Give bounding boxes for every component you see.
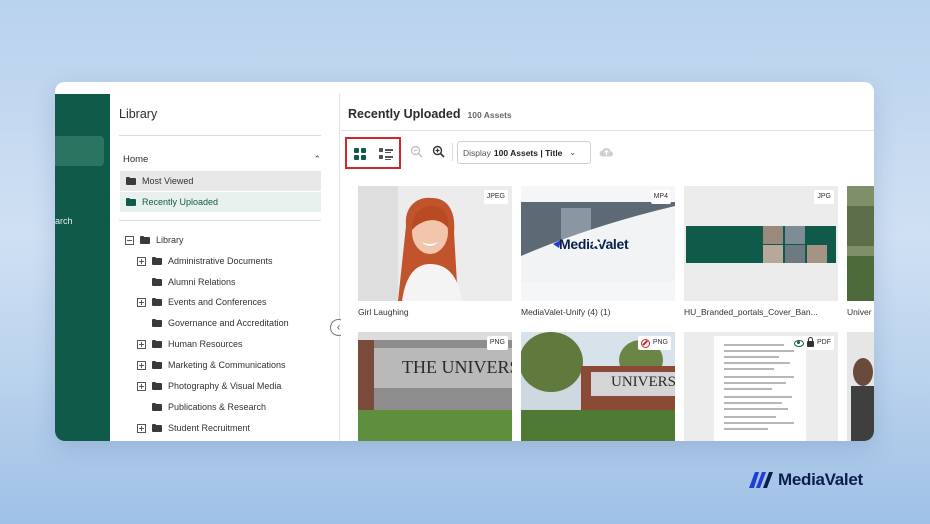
folder-icon: [152, 424, 162, 432]
chevron-up-icon[interactable]: ⌃: [313, 154, 321, 165]
page-title-text: Recently Uploaded: [348, 107, 461, 121]
expand-box-icon[interactable]: [137, 256, 146, 266]
asset-thumbnail[interactable]: PDF: [684, 332, 838, 441]
collapse-box-icon[interactable]: [125, 235, 134, 245]
tree-item-label: Photography & Visual Media: [168, 381, 282, 391]
library-title: Library: [119, 107, 158, 121]
divider: [119, 135, 321, 136]
asset-thumbnail[interactable]: [847, 332, 874, 441]
file-type-badge: JPEG: [483, 190, 508, 204]
asset-count: 100 Assets: [467, 110, 512, 120]
file-type-badge: PDF: [791, 336, 834, 350]
tree-item-human-resources[interactable]: Human Resources: [137, 337, 243, 351]
display-prefix: Display: [463, 147, 491, 158]
quick-link-label: Most Viewed: [142, 176, 194, 186]
quick-link-label: Recently Uploaded: [142, 197, 219, 207]
expand-box-icon[interactable]: [137, 339, 146, 349]
zoom-in-icon[interactable]: [431, 145, 445, 159]
brand-logo: MediaValet: [749, 470, 863, 490]
chevron-down-icon: ⌄: [569, 148, 577, 157]
brand-name: MediaValet: [778, 470, 863, 489]
nav-active-item[interactable]: [55, 136, 104, 166]
folder-icon: [126, 177, 136, 185]
tree-root-label: Library: [156, 235, 184, 245]
sign-text: THE UNIVERSIT: [402, 357, 512, 377]
library-panel: Library Home ⌃ Most Viewed Recently Uplo…: [110, 94, 340, 441]
folder-icon: [152, 361, 162, 369]
tree-item-label: Publications & Research: [168, 402, 267, 412]
expand-box-icon[interactable]: [137, 297, 146, 307]
asset-title: HU_Branded_portals_Cover_Ban...: [684, 307, 818, 317]
folder-icon: [152, 319, 162, 327]
folder-icon: [126, 198, 136, 206]
asset-thumbnail[interactable]: UNIVERSI PNG: [521, 332, 675, 441]
divider: [341, 130, 874, 131]
tree-item-label: Student Recruitment: [168, 423, 251, 433]
cloud-upload-icon[interactable]: [599, 146, 613, 158]
main-content: Recently Uploaded 100 Assets Display 100…: [341, 94, 874, 441]
quick-link-recently-uploaded[interactable]: Recently Uploaded: [120, 192, 321, 212]
expand-box-icon[interactable]: [137, 381, 146, 391]
quick-link-most-viewed[interactable]: Most Viewed: [120, 171, 321, 191]
tree-root-library[interactable]: Library: [125, 233, 184, 247]
folder-open-icon: [140, 236, 150, 244]
toolbar-separator: [452, 143, 453, 161]
asset-title: MediaValet-Unify (4) (1): [521, 307, 611, 317]
asset-title: Univer: [847, 307, 872, 317]
asset-thumbnail[interactable]: MediaValet ▶ MP4: [521, 186, 675, 301]
file-type-badge: JPG: [814, 190, 834, 204]
tree-item-events-and-conferences[interactable]: Events and Conferences: [137, 295, 267, 309]
asset-thumbnail[interactable]: JPEG: [358, 186, 512, 301]
sign-text: UNIVERSI: [611, 374, 675, 390]
zoom-out-icon[interactable]: [409, 145, 423, 159]
display-dropdown[interactable]: Display 100 Assets | Title ⌄: [457, 141, 591, 164]
nav-rail: arch: [55, 94, 110, 441]
app-window: arch Library Home ⌃ Most Viewed Recently…: [55, 82, 874, 441]
folder-icon: [152, 382, 162, 390]
folder-icon: [152, 278, 162, 286]
tree-item-governance-and-accreditation[interactable]: Governance and Accreditation: [137, 316, 289, 330]
restricted-icon: [640, 338, 650, 348]
tree-item-alumni-relations[interactable]: Alumni Relations: [137, 275, 236, 289]
asset-thumbnail[interactable]: THE UNIVERSIT PNG: [358, 332, 512, 441]
grid-view-icon[interactable]: [354, 148, 366, 160]
divider: [119, 220, 321, 221]
view-toggle-group: [345, 137, 401, 169]
expand-box-icon[interactable]: [137, 423, 146, 433]
eye-icon: [794, 339, 804, 347]
tree-item-label: Administrative Documents: [168, 256, 273, 266]
folder-icon: [152, 257, 162, 265]
mediavalet-logo-icon: [749, 472, 773, 488]
tree-item-marketing-communications[interactable]: Marketing & Communications: [137, 358, 286, 372]
folder-icon: [152, 340, 162, 348]
expand-box-icon[interactable]: [137, 360, 146, 370]
file-type-badge: MP4: [650, 190, 671, 204]
tree-item-label: Alumni Relations: [168, 277, 236, 287]
list-view-icon[interactable]: [379, 148, 393, 160]
tree-item-label: Governance and Accreditation: [168, 318, 289, 328]
asset-thumbnail[interactable]: JPG: [684, 186, 838, 301]
page-title: Recently Uploaded 100 Assets: [348, 107, 512, 121]
tree-item-label: Human Resources: [168, 339, 243, 349]
lock-icon: [807, 337, 814, 347]
tree-item-student-recruitment[interactable]: Student Recruitment: [137, 421, 250, 435]
tree-item-label: Events and Conferences: [168, 297, 267, 307]
tree-item-publications-research[interactable]: Publications & Research: [137, 400, 266, 414]
file-type-badge: PNG: [637, 336, 671, 350]
home-label: Home: [123, 153, 149, 165]
display-value: 100 Assets | Title: [493, 147, 563, 158]
asset-title: Girl Laughing: [358, 307, 409, 317]
tree-item-photography-visual-media[interactable]: Photography & Visual Media: [137, 379, 281, 393]
folder-icon: [152, 298, 162, 306]
folder-icon: [152, 403, 162, 411]
file-type-badge: PNG: [486, 336, 508, 350]
tree-item-label: Marketing & Communications: [168, 360, 286, 370]
play-icon[interactable]: ▶: [593, 236, 601, 249]
top-strip: [55, 82, 874, 94]
tree-item-administrative-documents[interactable]: Administrative Documents: [137, 254, 273, 268]
asset-thumbnail[interactable]: [847, 186, 874, 301]
nav-search-label[interactable]: arch: [55, 216, 110, 226]
home-section-header[interactable]: Home ⌃: [123, 151, 321, 167]
